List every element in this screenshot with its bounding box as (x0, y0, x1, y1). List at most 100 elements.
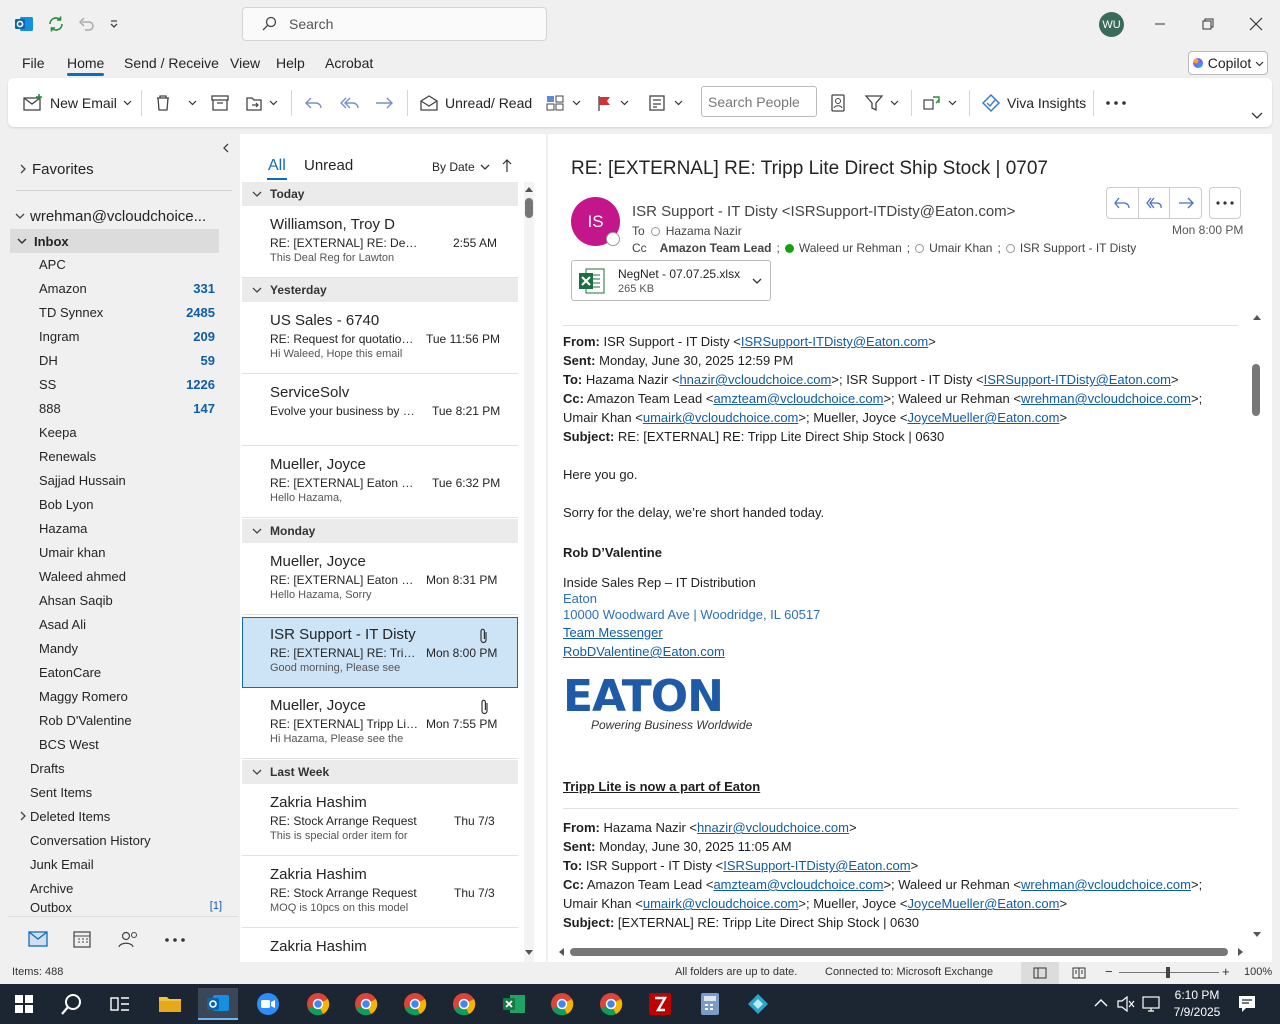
zoom-app-icon[interactable] (248, 988, 288, 1020)
list-item-selected[interactable]: ISR Support - IT Disty RE: [EXTERNAL] RE… (242, 617, 518, 688)
chrome-icon[interactable] (395, 988, 435, 1020)
menu-acrobat[interactable]: Acrobat (325, 55, 373, 71)
list-item[interactable]: Mueller, Joyce RE: [EXTERNAL] Eaton Frei… (242, 448, 518, 518)
cc-recipient[interactable]: Umair Khan (929, 241, 992, 255)
sync-icon[interactable] (44, 12, 68, 36)
minimize-icon[interactable] (1148, 12, 1172, 36)
folder-keepa[interactable]: Keepa (39, 420, 239, 444)
zoom-level[interactable]: 100% (1244, 966, 1272, 978)
scroll-up-icon[interactable] (525, 186, 533, 192)
clock-date[interactable]: 7/9/2025 (1170, 1005, 1224, 1019)
folder-rob-d-valentine[interactable]: Rob D'Valentine (39, 708, 239, 732)
group-today[interactable]: Today (242, 182, 518, 206)
email-link[interactable]: hnazir@vcloudchoice.com (697, 820, 849, 835)
email-link[interactable]: hnazir@vcloudchoice.com (679, 372, 831, 387)
scroll-up-icon[interactable] (1253, 314, 1261, 320)
folder-archive[interactable]: Archive (30, 876, 252, 900)
team-messenger-link[interactable]: Team Messenger (563, 625, 663, 640)
folder-sent-items[interactable]: Sent Items (30, 780, 252, 804)
email-link[interactable]: ISRSupport-ITDisty@Eaton.com (741, 334, 928, 349)
folder-amazon[interactable]: Amazon 331 (39, 276, 239, 300)
chrome-icon[interactable] (444, 988, 484, 1020)
calculator-icon[interactable] (690, 988, 730, 1020)
attachment-card[interactable]: NegNet - 07.07.25.xlsx 265 KB (571, 260, 771, 301)
folder-apc[interactable]: APC (39, 252, 239, 276)
email-link[interactable]: amzteam@vcloudchoice.com (713, 877, 883, 892)
folder-888[interactable]: 888 147 (39, 396, 239, 420)
restore-icon[interactable] (1196, 12, 1220, 36)
sync-changes-button[interactable] (922, 78, 957, 127)
search-box[interactable]: Search (242, 7, 547, 41)
archive-button[interactable] (211, 78, 229, 127)
taskbar-search-icon[interactable] (52, 988, 92, 1020)
favorites-header[interactable]: Favorites (18, 157, 240, 181)
reply-button[interactable] (304, 78, 324, 127)
folder-hazama[interactable]: Hazama (39, 516, 239, 540)
task-view-icon[interactable] (100, 988, 140, 1020)
more-apps-icon[interactable] (164, 937, 186, 943)
flag-button[interactable] (596, 78, 629, 127)
zoom-slider-thumb[interactable] (1166, 967, 1170, 978)
close-icon[interactable] (1244, 12, 1268, 36)
folder-asad-ali[interactable]: Asad Ali (39, 612, 239, 636)
move-button[interactable] (245, 78, 278, 127)
reply-all-icon[interactable] (1139, 188, 1171, 218)
filezilla-icon[interactable] (640, 988, 680, 1020)
list-item[interactable]: Zakria Hashim (242, 930, 518, 956)
group-monday[interactable]: Monday (242, 519, 518, 543)
outlook-taskbar-icon[interactable] (198, 988, 238, 1020)
folder-junk-email[interactable]: Junk Email (30, 852, 252, 876)
folder-mandy[interactable]: Mandy (39, 636, 239, 660)
folder-td-synnex[interactable]: TD Synnex 2485 (39, 300, 239, 324)
clock-time[interactable]: 6:10 PM (1172, 988, 1222, 1002)
group-last-week[interactable]: Last Week (242, 760, 518, 784)
email-link[interactable]: wrehman@vcloudchoice.com (1021, 391, 1191, 406)
email-link[interactable]: JoyceMueller@Eaton.com (908, 896, 1060, 911)
signature-email-link[interactable]: RobDValentine@Eaton.com (563, 644, 725, 659)
quick-access-dropdown-icon[interactable] (102, 12, 126, 36)
email-from[interactable]: ISR Support - IT Disty <ISRSupport-ITDis… (632, 203, 1015, 220)
unread-read-button[interactable]: Unread/ Read (419, 78, 532, 127)
folder-outbox[interactable]: Outbox [1] (30, 900, 252, 914)
people-icon[interactable] (118, 930, 140, 948)
forward-icon[interactable] (1170, 188, 1201, 218)
scroll-down-icon[interactable] (1253, 932, 1261, 938)
folder-sajjad-hussain[interactable]: Sajjad Hussain (39, 468, 239, 492)
copilot-button[interactable]: Copilot (1188, 51, 1268, 75)
menu-file[interactable]: File (22, 55, 45, 71)
cc-recipient[interactable]: Waleed ur Rehman (799, 241, 902, 255)
viva-insights-button[interactable]: Viva Insights (981, 78, 1086, 127)
message-more-button[interactable] (1209, 187, 1241, 219)
network-icon[interactable] (1142, 996, 1160, 1012)
list-item[interactable]: Mueller, Joyce RE: [EXTERNAL] Tripp Lite… (242, 689, 518, 759)
search-people-input[interactable]: Search People (701, 86, 817, 117)
tab-all[interactable]: All (268, 157, 286, 175)
chrome-icon[interactable] (591, 988, 631, 1020)
address-book-button[interactable] (829, 78, 847, 127)
folder-ss[interactable]: SS 1226 (39, 372, 239, 396)
folder-drafts[interactable]: Drafts (30, 756, 252, 780)
calendar-icon[interactable] (73, 930, 91, 948)
folder-ingram[interactable]: Ingram 209 (39, 324, 239, 348)
folder-conversation-history[interactable]: Conversation History (30, 828, 252, 852)
menu-home[interactable]: Home (67, 55, 104, 71)
folder-eatoncare[interactable]: EatonCare (39, 660, 239, 684)
new-email-button[interactable]: New Email (22, 78, 132, 127)
tab-unread[interactable]: Unread (304, 157, 353, 174)
categorize-button[interactable] (546, 78, 581, 127)
sort-by-date[interactable]: By Date (432, 160, 490, 174)
mail-icon[interactable] (28, 931, 48, 947)
cc-recipient[interactable]: Amazon Team Lead (660, 241, 772, 255)
email-link[interactable]: wrehman@vcloudchoice.com (1021, 877, 1191, 892)
list-item[interactable]: Zakria Hashim RE: Stock Arrange Request … (242, 858, 518, 928)
menu-view[interactable]: View (230, 55, 260, 71)
windows-start-icon[interactable] (4, 988, 44, 1020)
account-header[interactable]: wrehman@vcloudchoice... (14, 204, 236, 228)
scroll-right-icon[interactable] (1238, 948, 1244, 956)
notifications-icon[interactable] (1238, 995, 1256, 1013)
volume-muted-icon[interactable] (1117, 996, 1135, 1012)
menu-send-receive[interactable]: Send / Receive (124, 55, 219, 71)
zoom-out-button[interactable]: − (1105, 964, 1113, 979)
show-hidden-icons[interactable] (1094, 998, 1108, 1008)
horizontal-scrollbar[interactable] (556, 946, 1246, 958)
